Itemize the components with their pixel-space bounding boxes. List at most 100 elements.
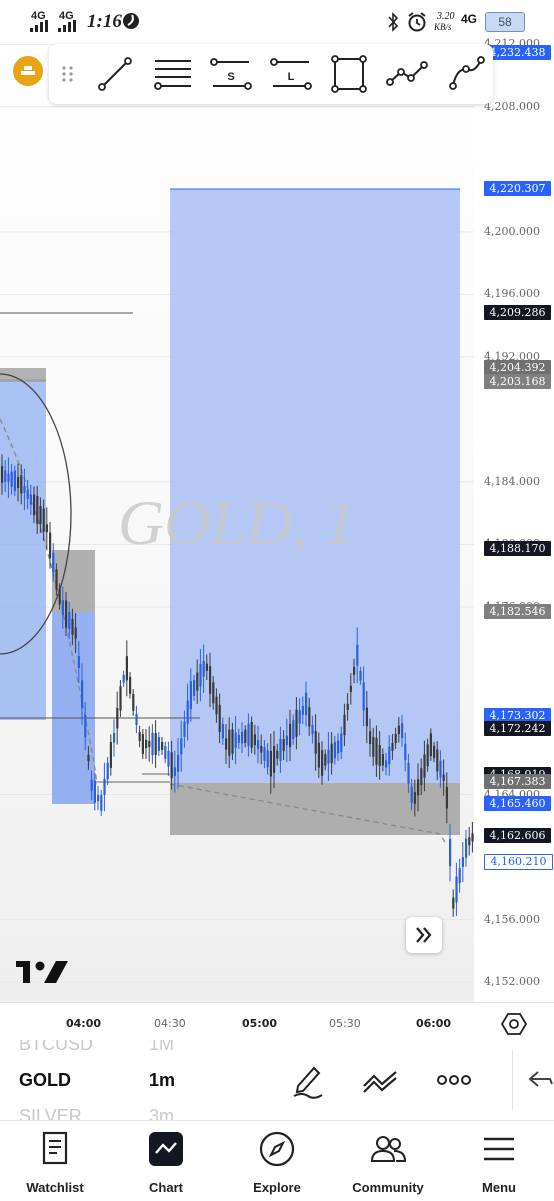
battery-indicator: 58 [485, 12, 525, 32]
candle-body [298, 710, 301, 724]
limit-level-tool[interactable]: L [269, 54, 313, 94]
candle-body [58, 588, 61, 605]
nav-watchlist[interactable]: Watchlist [5, 1121, 105, 1201]
limit-level-icon: L [270, 58, 312, 90]
time-label: 04:00 [66, 1017, 102, 1030]
candle-body [308, 707, 311, 727]
nav-explore[interactable]: Explore [227, 1121, 327, 1201]
bottom-navigation: Watchlist Chart Explore Community Menu [0, 1120, 554, 1201]
symbol-prev[interactable]: BTCUSD [19, 1040, 93, 1055]
candle-body [138, 732, 141, 742]
candle-body [279, 738, 282, 761]
candle-body [234, 732, 237, 748]
candle-body [116, 707, 119, 729]
candle-body [189, 681, 192, 709]
nav-community[interactable]: Community [338, 1121, 438, 1201]
symbol-current[interactable]: GOLD [19, 1070, 71, 1091]
symbol-logo-gold[interactable] [13, 56, 43, 86]
pencil-icon [293, 1066, 323, 1099]
candle-body [10, 471, 13, 487]
horizontal-lines-tool[interactable] [151, 54, 195, 94]
symbol-next[interactable]: SILVER [19, 1106, 82, 1120]
price-scale[interactable]: 4,228.0004,224.0004,216.0004,212.0004,20… [474, 37, 554, 1051]
candle-body [61, 600, 64, 616]
more-options-button[interactable] [434, 1060, 474, 1100]
interval-next[interactable]: 3m [149, 1106, 174, 1120]
signal-icon [30, 20, 48, 32]
time-axis[interactable]: 04:00 04:30 05:00 05:30 06:00 [0, 1002, 554, 1041]
chart-settings-button[interactable] [500, 1011, 528, 1037]
more-dots-icon [437, 1075, 471, 1085]
candle-body [20, 475, 23, 494]
candle-body [455, 876, 458, 903]
candle-body [97, 794, 100, 802]
stop-level-tool[interactable]: S [209, 54, 253, 94]
candle-body [276, 750, 279, 759]
candle-body [36, 496, 39, 524]
stop-zone-mid[interactable] [52, 550, 95, 612]
candle-body [49, 532, 52, 559]
nav-menu[interactable]: Menu [449, 1121, 549, 1201]
undo-button[interactable] [524, 1062, 554, 1098]
nav-chart[interactable]: Chart [116, 1121, 216, 1201]
candle-body [84, 714, 87, 738]
candle-body [29, 494, 32, 505]
price-label-current: 4,160.210 [484, 854, 553, 870]
candle-body [170, 752, 173, 779]
divider [512, 1050, 513, 1110]
trend-line-tool[interactable] [93, 54, 137, 94]
candle-body [388, 746, 391, 765]
candle-body [420, 768, 423, 786]
candle-body [381, 754, 384, 766]
nav-label: Community [352, 1180, 424, 1195]
candle-body [167, 750, 170, 767]
chart-icon [149, 1132, 183, 1166]
curve-tool[interactable] [445, 54, 489, 94]
candle-body [340, 733, 343, 753]
candle-body [413, 792, 416, 804]
network-badge: 4G [461, 12, 478, 26]
long-position-zone-left[interactable] [0, 379, 46, 720]
toolbar-drag-handle[interactable] [61, 64, 75, 84]
chart-plot[interactable]: GOLD, 1 [0, 44, 474, 1002]
candle-body [7, 473, 10, 482]
candle-body [55, 569, 58, 590]
polyline-tool[interactable] [385, 54, 429, 94]
tradingview-logo[interactable] [16, 958, 68, 986]
candle-body [269, 750, 272, 777]
long-position-zone-mid[interactable] [52, 612, 95, 804]
candle-body [100, 795, 103, 811]
candle-body [349, 685, 352, 692]
interval-current[interactable]: 1m [149, 1070, 175, 1091]
time-label: 04:30 [154, 1017, 186, 1030]
price-tick-label: 4,208.000 [484, 99, 540, 113]
candle-body [305, 692, 308, 716]
candle-body [461, 857, 464, 867]
candle-body [65, 600, 68, 628]
candle-body [218, 704, 221, 732]
interval-prev[interactable]: 1M [149, 1040, 174, 1055]
clock: 1:16 [87, 11, 122, 32]
time-label: 05:30 [329, 1017, 361, 1030]
candle-body [33, 494, 36, 516]
candle-body [407, 762, 410, 784]
chart-canvas[interactable]: GOLD, 1 [0, 44, 474, 1002]
candle-body [151, 732, 154, 756]
double-chevron-right-icon [416, 927, 432, 943]
price-label-stop-4: 4,167.383 [484, 774, 551, 789]
candle-body [161, 742, 164, 750]
undo-icon [528, 1071, 553, 1087]
indicators-button[interactable] [360, 1060, 400, 1100]
stop-loss-zone[interactable] [170, 783, 460, 835]
candle-body [337, 740, 340, 754]
price-label-black-3: 4,172.242 [484, 721, 551, 736]
scroll-to-realtime-button[interactable] [406, 917, 442, 953]
candle-body [212, 682, 215, 704]
nav-label: Chart [149, 1180, 183, 1195]
candle-body [263, 747, 266, 761]
drawing-tools-button[interactable] [288, 1060, 328, 1100]
symbol-switcher[interactable]: BTCUSD 1M GOLD 1m SILVER 3m [0, 1040, 554, 1120]
rectangle-tool[interactable] [327, 54, 371, 94]
candle-body [103, 778, 106, 796]
price-tick-label: 4,152.000 [484, 975, 540, 989]
